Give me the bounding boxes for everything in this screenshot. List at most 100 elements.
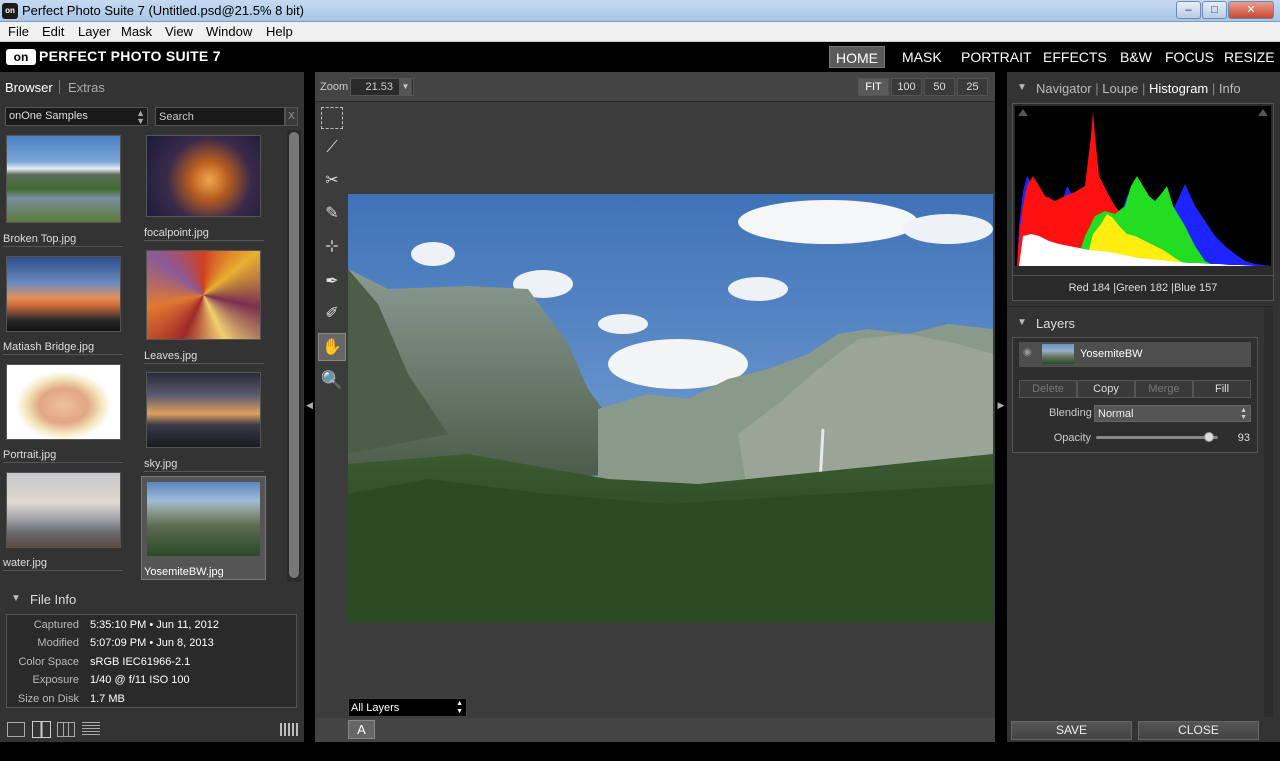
scrollbar-thumb[interactable] — [289, 132, 299, 578]
tab-mask[interactable]: MASK — [896, 46, 948, 68]
tab-focus[interactable]: FOCUS — [1159, 46, 1220, 68]
layers-title: Layers — [1036, 316, 1076, 331]
thumbnail-matiash-bridge[interactable] — [6, 256, 121, 332]
menu-edit[interactable]: Edit — [42, 24, 64, 39]
split-view-icon[interactable] — [32, 721, 51, 738]
save-button[interactable]: SAVE — [1011, 721, 1132, 740]
tab-histogram[interactable]: Histogram — [1149, 81, 1208, 96]
thumbnail-yosemitebw[interactable] — [146, 481, 261, 557]
thumbnail-label: water.jpg — [3, 557, 48, 569]
file-info-title: File Info — [30, 592, 77, 607]
maximize-button[interactable]: □ — [1202, 1, 1227, 19]
tab-extras[interactable]: Extras — [68, 80, 105, 95]
right-scrollbar[interactable] — [1264, 307, 1273, 717]
exposure-value: 1/40 @ f/11 ISO 100 — [90, 674, 190, 686]
fill-layer-button[interactable]: Fill — [1193, 380, 1251, 398]
thumbnail-label: focalpoint.jpg — [144, 227, 209, 239]
minimize-button[interactable]: – — [1176, 1, 1201, 19]
highlight-clip-icon[interactable] — [1258, 109, 1268, 116]
thumbnail-water[interactable] — [6, 472, 121, 548]
chevron-down-icon[interactable]: ▼ — [399, 79, 412, 95]
crop-tool-icon[interactable]: ⟋ — [318, 134, 346, 162]
menu-file[interactable]: File — [8, 24, 29, 39]
collapse-triangle-icon[interactable]: ▼ — [1017, 317, 1027, 328]
thumbnail-focalpoint[interactable] — [146, 135, 261, 217]
brush-tool-icon[interactable]: ✎ — [318, 200, 346, 228]
close-button[interactable]: CLOSE — [1138, 721, 1259, 740]
thumbnail-portrait[interactable] — [6, 364, 121, 440]
updown-icon: ▲ ▼ — [456, 700, 463, 715]
divider — [144, 363, 264, 364]
single-view-icon[interactable] — [7, 722, 25, 737]
folder-dropdown[interactable]: onOne Samples ▲ ▼ — [5, 107, 148, 126]
merge-layer-button[interactable]: Merge — [1135, 380, 1193, 398]
app-icon: on — [2, 3, 18, 19]
menu-view[interactable]: View — [165, 24, 193, 39]
tab-effects[interactable]: EFFECTS — [1037, 46, 1113, 68]
zoom-input[interactable]: 21.53 ▼ — [350, 78, 414, 96]
delete-layer-button[interactable]: Delete — [1019, 380, 1077, 398]
histogram-chart — [1015, 106, 1271, 266]
modified-value: 5:07:09 PM • Jun 8, 2013 — [90, 637, 214, 649]
menu-layer[interactable]: Layer — [78, 24, 111, 39]
zoom-fit-button[interactable]: FIT — [858, 78, 889, 96]
list-view-icon[interactable] — [82, 722, 100, 737]
blending-dropdown[interactable]: Normal ▲ ▼ — [1094, 405, 1251, 422]
zoom-25-button[interactable]: 25 — [957, 78, 988, 96]
tab-bw[interactable]: B&W — [1114, 46, 1158, 68]
a-button[interactable]: A — [348, 720, 375, 739]
zoom-value: 21.53 — [365, 81, 393, 93]
tab-home[interactable]: HOME — [829, 46, 885, 68]
menu-help[interactable]: Help — [266, 24, 293, 39]
pin-tool-icon[interactable]: ⊹ — [318, 233, 346, 261]
thumbnail-leaves[interactable] — [146, 250, 261, 340]
thumbnail-broken-top[interactable] — [6, 135, 121, 223]
search-input[interactable]: Search — [155, 107, 285, 126]
browser-scrollbar[interactable] — [287, 130, 301, 582]
menu-window[interactable]: Window — [206, 24, 252, 39]
right-collapse-handle[interactable]: ▶ — [996, 385, 1006, 425]
eye-icon[interactable]: ◉ — [1023, 347, 1032, 358]
zoom-100-button[interactable]: 100 — [891, 78, 922, 96]
tab-navigator[interactable]: Navigator — [1036, 81, 1092, 96]
tab-info[interactable]: Info — [1219, 81, 1241, 96]
canvas-bottom-bar — [315, 718, 995, 742]
retouch-brush-icon[interactable]: ✐ — [318, 300, 346, 328]
collapse-triangle-icon[interactable]: ▼ — [1017, 82, 1027, 93]
captured-value: 5:35:10 PM • Jun 11, 2012 — [90, 619, 220, 631]
tab-portrait[interactable]: PORTRAIT — [955, 46, 1038, 68]
eyedropper-icon[interactable]: ✒ — [318, 268, 346, 296]
menu-mask[interactable]: Mask — [121, 24, 152, 39]
filmstrip-icon[interactable] — [280, 723, 298, 736]
collapse-triangle-icon[interactable]: ▼ — [11, 593, 21, 604]
zoom-tool-icon[interactable]: 🔍 — [318, 366, 346, 394]
thumbnail-sky[interactable] — [146, 372, 261, 448]
layer-view-select[interactable]: All Layers ▲ ▼ — [348, 698, 467, 717]
opacity-slider-track[interactable] — [1096, 432, 1218, 442]
tab-browser[interactable]: Browser — [5, 80, 53, 95]
search-clear-button[interactable]: X — [285, 107, 298, 126]
tab-loupe[interactable]: Loupe — [1102, 81, 1138, 96]
main-image[interactable] — [348, 194, 993, 623]
divider — [3, 354, 123, 355]
layer-row[interactable]: ◉ YosemiteBW — [1019, 342, 1251, 367]
color-space-value: sRGB IEC61966-2.1 — [90, 656, 191, 668]
left-collapse-handle[interactable]: ◀ — [305, 385, 314, 425]
hand-tool-icon[interactable]: ✋ — [318, 333, 346, 361]
layer-name: YosemiteBW — [1080, 348, 1143, 360]
close-window-button[interactable]: ✕ — [1228, 1, 1274, 19]
blending-label: Blending — [1049, 407, 1092, 419]
marquee-tool-icon[interactable] — [321, 107, 343, 129]
opacity-value: 93 — [1237, 432, 1250, 444]
updown-icon: ▲ ▼ — [1240, 407, 1247, 421]
window-title: Perfect Photo Suite 7 (Untitled.psd@21.5… — [22, 3, 305, 18]
grid-view-icon[interactable] — [57, 722, 75, 737]
thumbnail-label: sky.jpg — [144, 458, 178, 470]
zoom-50-button[interactable]: 50 — [924, 78, 955, 96]
copy-layer-button[interactable]: Copy — [1077, 380, 1135, 398]
thumbnail-label: Leaves.jpg — [144, 350, 198, 362]
tab-divider — [59, 80, 60, 94]
tab-resize[interactable]: RESIZE — [1218, 46, 1280, 68]
scissors-icon[interactable]: ✂ — [318, 167, 346, 195]
shadow-clip-icon[interactable] — [1018, 109, 1028, 116]
